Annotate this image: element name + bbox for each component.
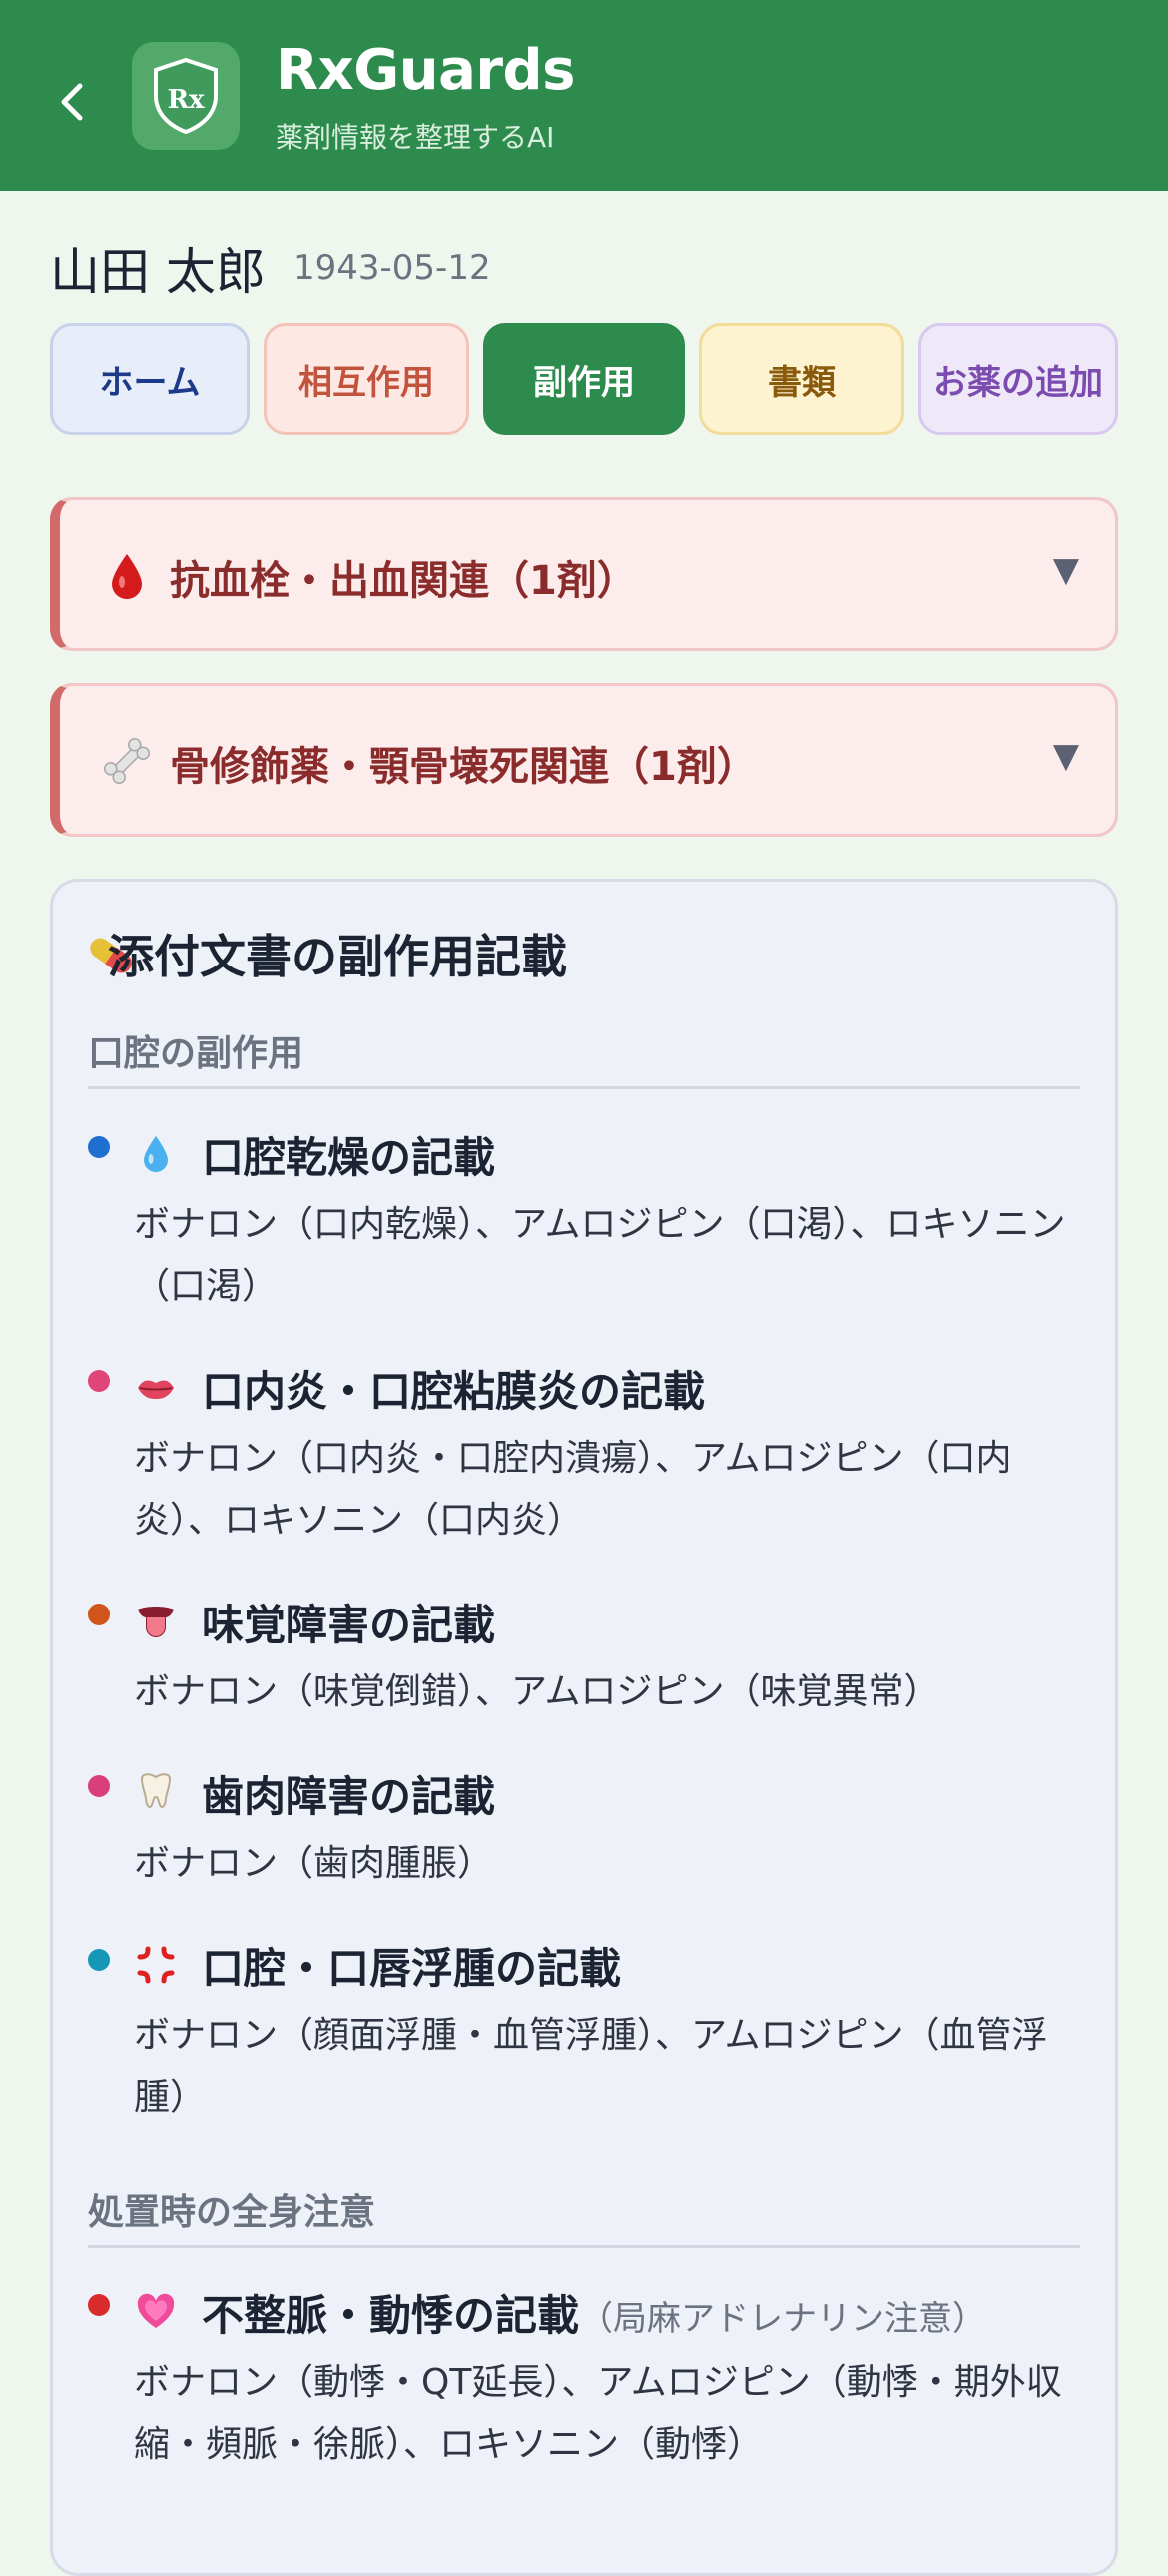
item-description: ボナロン（味覚倒錯）、アムロジピン（味覚異常） bbox=[134, 1671, 940, 1712]
chevron-left-icon[interactable] bbox=[52, 74, 92, 130]
bone-icon bbox=[102, 732, 152, 790]
app-subtitle: 薬剤情報を整理するAI bbox=[276, 121, 555, 154]
item-title: 味覚障害の記載 bbox=[202, 1601, 496, 1649]
item-description: ボナロン（口内乾燥）、アムロジピン（口渇）、ロキソニン（口渇） bbox=[134, 1204, 1066, 1307]
status-dot bbox=[88, 1370, 110, 1392]
accordion-anticoagulant[interactable]: 抗血栓・出血関連（1剤） ▼ bbox=[50, 497, 1118, 651]
tab-home[interactable]: ホーム bbox=[50, 323, 250, 435]
tongue-icon bbox=[134, 1600, 178, 1643]
heart-icon bbox=[134, 2290, 178, 2334]
tab-interactions[interactable]: 相互作用 bbox=[264, 323, 469, 435]
item-title: 口腔・口唇浮腫の記載 bbox=[202, 1944, 622, 1993]
chevron-down-icon: ▼ bbox=[1052, 736, 1079, 776]
item-description: ボナロン（動悸・QT延長）、アムロジピン（動悸・期外収縮・頻脈・徐脈）、ロキソニ… bbox=[134, 2362, 1062, 2465]
item-title-text: 不整脈・動悸の記載 bbox=[202, 2291, 580, 2340]
item-title: 口内炎・口腔粘膜炎の記載 bbox=[202, 1367, 706, 1416]
app-title: RxGuards bbox=[276, 38, 575, 103]
item-title: 歯肉障害の記載 bbox=[202, 1772, 496, 1821]
app-header: Rx RxGuards 薬剤情報を整理するAI bbox=[0, 0, 1168, 191]
item-description: ボナロン（顔面浮腫・血管浮腫）、アムロジピン（血管浮腫） bbox=[134, 2015, 1048, 2118]
patient-name: 山田 太郎 bbox=[50, 243, 266, 301]
accordion-bone-modifier[interactable]: 骨修飾薬・顎骨壊死関連（1剤） ▼ bbox=[50, 683, 1118, 837]
card-title: 添付文書の副作用記載 bbox=[108, 930, 567, 983]
section-title: 口腔の副作用 bbox=[88, 1033, 304, 1074]
item-title: 口腔乾燥の記載 bbox=[202, 1133, 496, 1182]
status-dot bbox=[88, 1949, 110, 1971]
app-logo: Rx bbox=[132, 42, 240, 150]
lips-icon bbox=[134, 1366, 178, 1410]
tab-add-medicine[interactable]: お薬の追加 bbox=[918, 323, 1118, 435]
chevron-down-icon: ▼ bbox=[1052, 550, 1079, 590]
accordion-label: 抗血栓・出血関連（1剤） bbox=[170, 558, 637, 604]
item-description: ボナロン（歯肉腫脹） bbox=[134, 1843, 494, 1884]
patient-dob: 1943-05-12 bbox=[293, 248, 491, 288]
status-dot bbox=[88, 2294, 110, 2316]
item-description: ボナロン（口内炎・口腔内潰瘍）、アムロジピン（口内炎）、ロキソニン（口内炎） bbox=[134, 1438, 1012, 1541]
logo-text: Rx bbox=[167, 85, 205, 115]
blood-drop-icon bbox=[102, 546, 152, 604]
status-dot bbox=[88, 1775, 110, 1797]
tab-side-effects[interactable]: 副作用 bbox=[483, 323, 685, 435]
item-title: 不整脈・動悸の記載（局麻アドレナリン注意） bbox=[202, 2282, 986, 2343]
section-title: 処置時の全身注意 bbox=[88, 2192, 376, 2233]
tooth-icon bbox=[134, 1769, 178, 1813]
tab-documents[interactable]: 書類 bbox=[699, 323, 904, 435]
section-divider bbox=[88, 2245, 1080, 2248]
item-note: （局麻アドレナリン注意） bbox=[579, 2299, 987, 2339]
status-dot bbox=[88, 1136, 110, 1158]
anger-icon bbox=[134, 1943, 178, 1987]
status-dot bbox=[88, 1604, 110, 1625]
accordion-label: 骨修飾薬・顎骨壊死関連（1剤） bbox=[170, 744, 757, 790]
water-drop-icon bbox=[134, 1132, 178, 1176]
section-divider bbox=[88, 1086, 1080, 1089]
